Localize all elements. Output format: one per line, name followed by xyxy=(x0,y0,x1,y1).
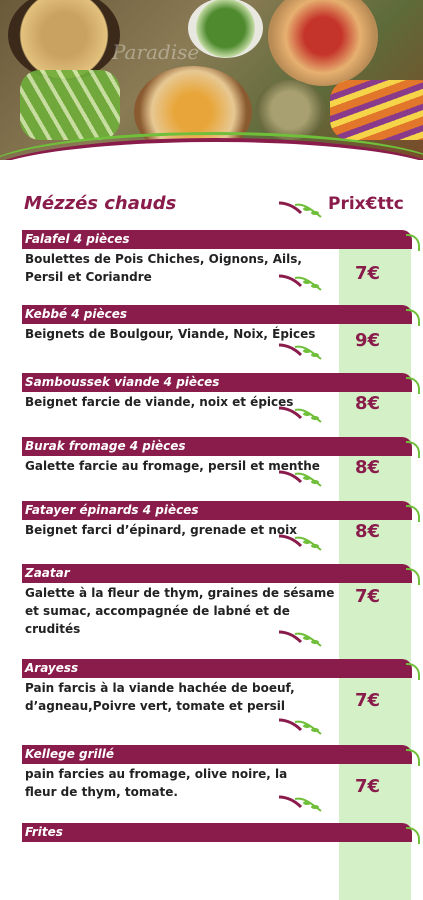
menu-item-price: 8€ xyxy=(355,393,381,414)
menu-item-name: Kebbé 4 pièces xyxy=(22,305,420,326)
leaf-sprig-icon xyxy=(278,470,322,487)
leaf-sprig-icon xyxy=(278,343,322,360)
menu-item-name: Arayess xyxy=(22,659,420,680)
menu-item-price: 7€ xyxy=(355,690,381,711)
menu-item-name: Kellege grillé xyxy=(22,745,420,766)
menu-item: Zaatar Galette à la fleur de thym, graine… xyxy=(22,564,420,638)
menu-item-name: Fatayer épinards 4 pièces xyxy=(22,501,420,522)
menu-item: Samboussek viande 4 pièces Beignet farcie… xyxy=(22,373,420,411)
header-leaf-icon xyxy=(278,201,322,218)
menu-item-name: Samboussek viande 4 pièces xyxy=(22,373,420,394)
menu-item-price: 8€ xyxy=(355,457,381,478)
menu-item-price: 7€ xyxy=(355,263,381,284)
section-title: Mézzés chauds xyxy=(24,193,177,214)
menu-item-description: Pain farcis à la viande hachée de boeuf,… xyxy=(25,681,295,713)
leaf-sprig-icon xyxy=(278,534,322,551)
menu-item: Fatayer épinards 4 pièces Beignet farci d… xyxy=(22,501,420,539)
menu-item-name: Burak fromage 4 pièces xyxy=(22,437,420,458)
menu-item: Arayess Pain farcis à la viande hachée de… xyxy=(22,659,420,715)
artichoke xyxy=(255,80,325,140)
menu-item-name: Falafel 4 pièces xyxy=(22,230,420,251)
leaf-sprig-icon xyxy=(278,274,322,291)
red-dip-bowl xyxy=(268,0,378,86)
menu-item-name: Zaatar xyxy=(22,564,420,585)
menu-item-price: 7€ xyxy=(355,586,381,607)
menu-item: Burak fromage 4 pièces Galette farcie au … xyxy=(22,437,420,475)
menu-item-price: 9€ xyxy=(355,330,381,351)
hummus-bowl-1 xyxy=(8,0,120,80)
price-header: Prix€ttc xyxy=(328,194,404,214)
menu-item: Frites xyxy=(22,823,420,844)
vegetable-sticks xyxy=(330,80,423,140)
menu-item: Falafel 4 pièces Boulettes de Pois Chiche… xyxy=(22,230,420,286)
cucumber-sticks xyxy=(20,70,120,140)
menu-item-price: 8€ xyxy=(355,521,381,542)
menu-item-price: 7€ xyxy=(355,776,381,797)
brand-watermark: Paradise xyxy=(112,40,200,64)
leaf-sprig-icon xyxy=(278,630,322,647)
menu-item-name: Frites xyxy=(22,823,420,844)
hero-food-photo: Paradise xyxy=(0,0,423,160)
menu-item: Kellege grillé pain farcies au fromage, o… xyxy=(22,745,420,801)
leaf-sprig-icon xyxy=(278,406,322,423)
leaf-sprig-icon xyxy=(278,795,322,812)
menu-item: Kebbé 4 pièces Beignets de Boulgour, Vian… xyxy=(22,305,420,343)
leaf-sprig-icon xyxy=(278,718,322,735)
